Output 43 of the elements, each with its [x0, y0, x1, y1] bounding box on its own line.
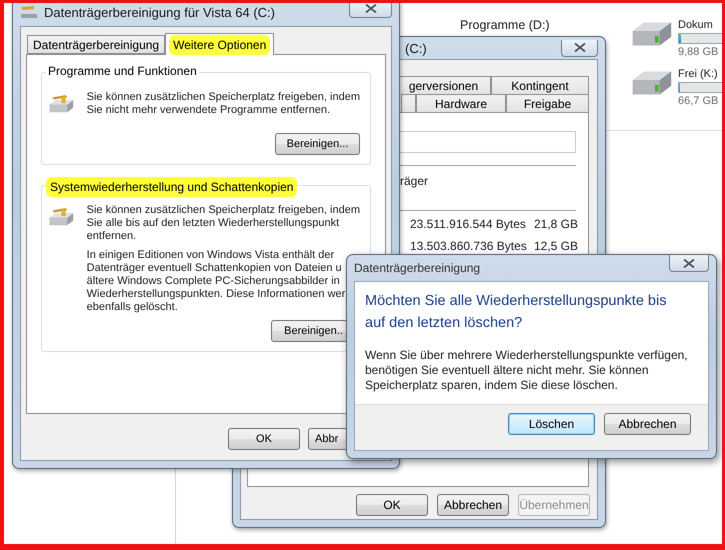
drive-name: Frei (K:) — [678, 68, 719, 80]
group-title: Systemwiederherstellung und Schattenkopien — [46, 177, 298, 197]
window-title: (C:) — [405, 40, 427, 56]
message-text: Wenn Sie über mehrere Wiederherstellungspunkte verfügen, benötigen Sie eventuell ältere nicht mehr. Sie können Speicherplatz sparen, indem Sie diese löschen. — [365, 348, 689, 393]
description-text: Sie können zusätzlichen Speicherplatz freigeben, indem Sie alle bis auf den letzten Wiederherstellungspunkt entfernen. — [86, 204, 360, 243]
disk-cleanup-icon — [20, 5, 38, 19]
drive-tile[interactable]: Frei (K:) 66,7 GB — [629, 68, 722, 107]
close-button[interactable] — [349, 3, 392, 18]
size-text: 21,8 GB — [534, 217, 578, 231]
size-text: 12,5 GB — [534, 239, 578, 253]
drive-label: Programme (D:) — [460, 18, 550, 32]
name-field[interactable] — [398, 131, 576, 153]
window-title: Datenträgerbereinigung — [354, 261, 480, 275]
type-text: räger — [400, 174, 430, 188]
tab[interactable]: Weitere Optionen — [165, 33, 274, 55]
tab[interactable]: Datenträgerbereinigung — [27, 35, 166, 54]
question-text: Möchten Sie alle Wiederherstellungspunkte bis auf den letzten löschen? — [365, 292, 668, 333]
tab[interactable]: Hardware — [416, 94, 506, 112]
usage-bar — [678, 33, 722, 44]
cleanup-button[interactable]: Bereinigen... — [275, 133, 360, 155]
free-space-text: 9,88 GB — [678, 46, 720, 58]
drive-name: Dokum — [678, 19, 714, 31]
bytes-text: 13.503.860.736 Bytes — [410, 239, 527, 253]
tab[interactable]: Freigabe — [506, 94, 589, 112]
bytes-text: 23.511.916.544 Bytes — [410, 217, 526, 231]
close-button[interactable] — [669, 255, 709, 272]
close-button[interactable] — [561, 40, 598, 56]
free-space-text: 66,7 GB — [678, 95, 720, 107]
window-title: Datenträgerbereinigung für Vista 64 (C:) — [44, 4, 275, 20]
dialog-button[interactable]: Abbrechen — [437, 494, 509, 516]
dialog-button[interactable]: OK — [356, 494, 428, 516]
drive-tile[interactable]: Dokum 9,88 GB — [629, 19, 722, 58]
dialog-button[interactable]: Abbrechen — [604, 412, 691, 434]
usage-bar — [678, 82, 722, 93]
tab[interactable] — [401, 94, 416, 112]
dialog-button[interactable]: Löschen — [508, 412, 595, 434]
group-title: Programme und Funktionen — [46, 64, 199, 78]
dialog-button[interactable]: OK — [228, 428, 300, 450]
tab[interactable]: Kontingent — [491, 76, 589, 94]
description-text: Sie können zusätzlichen Speicherplatz freigeben, indem Sie nicht mehr verwendete Programme entfernen. — [86, 91, 360, 117]
close-icon — [364, 4, 376, 13]
close-icon — [574, 43, 586, 52]
close-icon — [683, 258, 695, 268]
